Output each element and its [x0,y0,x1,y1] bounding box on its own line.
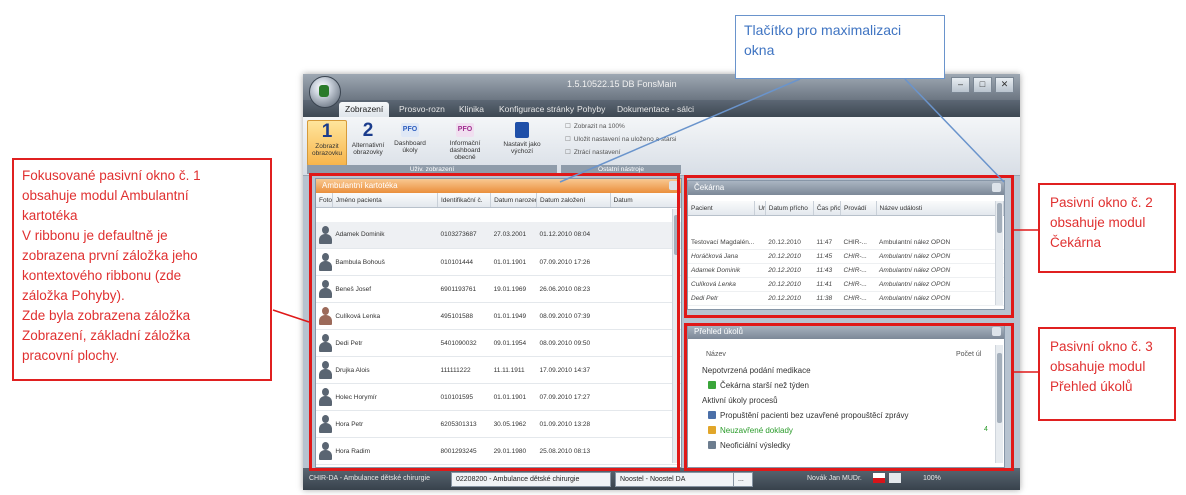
annotation-panel-2: Pasivní okno č. 2 obsahuje modul Čekárna [1038,183,1176,273]
application-menu-button[interactable] [309,76,341,108]
annotation-left: Fokusované pasivní okno č. 1 obsahuje mo… [12,158,272,381]
annotation-maximize: Tlačítko pro maximalizaci okna [735,15,945,79]
annotation-panel-3: Pasivní okno č. 3 obsahuje modul Přehled… [1038,327,1176,421]
app-logo-icon [319,85,329,97]
